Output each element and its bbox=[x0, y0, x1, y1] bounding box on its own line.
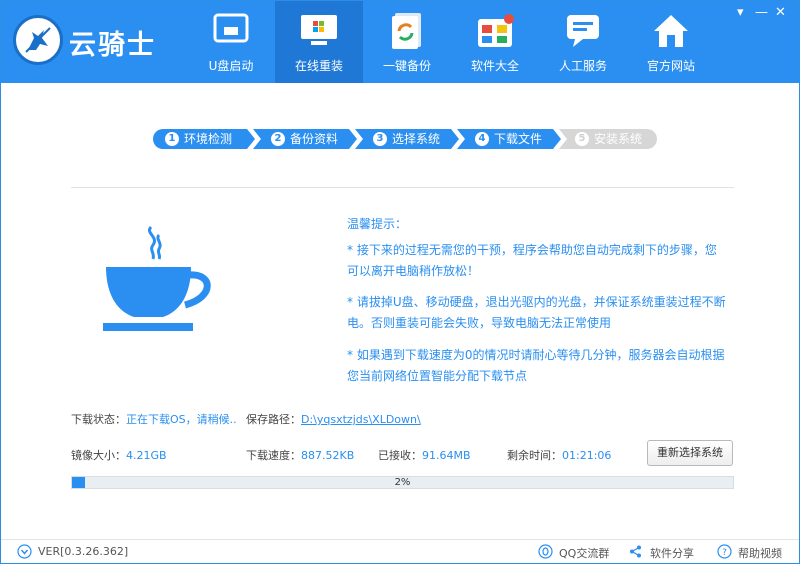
nav-one-key-backup[interactable]: 一键备份 bbox=[363, 1, 451, 83]
tip-line: * 接下来的过程无需您的干预，程序会帮助您自动完成剩下的步骤，您 bbox=[347, 243, 717, 257]
qq-icon[interactable] bbox=[538, 544, 553, 559]
download-status: 下载状态：正在下载OS，请稍候.. bbox=[71, 411, 237, 427]
remaining-label: 剩余时间： bbox=[507, 449, 562, 462]
app-window: 云骑士 U盘启动 在线重装 一键备份 软件大全 人工服务 官方网站 ▾ — ✕ … bbox=[0, 0, 800, 564]
nav-software[interactable]: 软件大全 bbox=[451, 1, 539, 83]
download-progress-bar: 2% bbox=[71, 476, 734, 489]
brand-name: 云骑士 bbox=[69, 30, 156, 61]
step-label: 备份资料 bbox=[290, 132, 339, 146]
save-path-label: 保存路径： bbox=[246, 413, 301, 426]
remaining-value: 01:21:06 bbox=[562, 449, 612, 462]
header-bar: 云骑士 U盘启动 在线重装 一键备份 软件大全 人工服务 官方网站 ▾ — ✕ bbox=[1, 1, 799, 83]
help-video-link[interactable]: 帮助视频 bbox=[738, 545, 782, 561]
step-number: 1 bbox=[165, 132, 179, 146]
tip-line: 电。否则重装可能会失败，导致电脑无法正常使用 bbox=[347, 316, 612, 330]
step-select-system: 3 选择系统 bbox=[355, 129, 459, 149]
svg-text:?: ? bbox=[722, 548, 727, 558]
speed-label: 下载速度： bbox=[246, 449, 301, 462]
nav-label: 在线重装 bbox=[294, 59, 343, 73]
nav-label: 软件大全 bbox=[470, 59, 519, 73]
nav-label: 官方网站 bbox=[646, 59, 695, 73]
nav-label: 人工服务 bbox=[558, 59, 607, 73]
step-label: 下载文件 bbox=[494, 132, 543, 146]
chat-service-icon bbox=[567, 15, 599, 47]
step-label: 选择系统 bbox=[392, 132, 441, 146]
step-install: 5 安装系统 bbox=[559, 129, 657, 149]
tips-title: 温馨提示： bbox=[347, 217, 408, 231]
nav-usb-boot[interactable]: U盘启动 bbox=[187, 1, 275, 83]
close-icon[interactable]: ✕ bbox=[775, 5, 786, 20]
share-software-link[interactable]: 软件分享 bbox=[650, 545, 694, 561]
remaining-time: 剩余时间：01:21:06 bbox=[507, 447, 611, 463]
step-label: 安装系统 bbox=[594, 132, 643, 146]
minimize-icon[interactable]: — bbox=[755, 5, 768, 20]
nav-label: 一键备份 bbox=[382, 59, 431, 73]
window-controls: ▾ — ✕ bbox=[737, 5, 789, 23]
software-store-icon bbox=[478, 14, 514, 47]
windows-monitor-icon bbox=[301, 15, 337, 45]
divider bbox=[71, 187, 734, 188]
step-label: 环境检测 bbox=[184, 132, 233, 146]
nav-official-site[interactable]: 官方网站 bbox=[627, 1, 715, 83]
help-icon[interactable]: ? bbox=[717, 544, 732, 559]
tip-line: * 请拔掉U盘、移动硬盘，退出光驱内的光盘，并保证系统重装过程不断 bbox=[347, 295, 726, 309]
knight-logo-icon bbox=[13, 15, 63, 65]
home-icon bbox=[654, 15, 688, 47]
footer-bar: VER[0.3.26.362] QQ交流群 软件分享 ? 帮助视频 bbox=[1, 539, 799, 563]
speed-value: 887.52KB bbox=[301, 449, 355, 462]
chevron-down-icon[interactable] bbox=[17, 544, 32, 559]
tip-line: * 如果遇到下载速度为0的情况时请耐心等待几分钟，服务器会自动根据 bbox=[347, 348, 725, 362]
save-path: 保存路径：D:\yqsxtzjds\XLDown\ bbox=[246, 411, 421, 427]
version-label: VER[0.3.26.362] bbox=[38, 545, 129, 558]
app-logo: 云骑士 bbox=[9, 15, 189, 67]
received-value: 91.64MB bbox=[422, 449, 471, 462]
step-number: 4 bbox=[475, 132, 489, 146]
coffee-cup-icon bbox=[103, 225, 211, 331]
progress-percent: 2% bbox=[394, 477, 411, 488]
step-number: 5 bbox=[575, 132, 589, 146]
image-size-value: 4.21GB bbox=[126, 449, 167, 462]
qq-group-link[interactable]: QQ交流群 bbox=[559, 545, 609, 561]
dropdown-icon[interactable]: ▾ bbox=[737, 5, 744, 20]
save-path-link[interactable]: D:\yqsxtzjds\XLDown\ bbox=[301, 413, 421, 426]
nav-online-reinstall[interactable]: 在线重装 bbox=[275, 1, 363, 83]
usb-drive-icon bbox=[213, 13, 249, 43]
tip-line: 可以离开电脑稍作放松！ bbox=[347, 264, 480, 278]
received-label: 已接收： bbox=[378, 449, 422, 462]
reselect-system-button[interactable]: 重新选择系统 bbox=[647, 440, 733, 466]
nav-label: U盘启动 bbox=[208, 59, 254, 73]
download-status-value: 正在下载OS，请稍候.. bbox=[126, 413, 237, 426]
share-icon[interactable] bbox=[628, 544, 643, 559]
step-number: 2 bbox=[271, 132, 285, 146]
step-env-check: 1 环境检测 bbox=[153, 129, 255, 149]
image-size: 镜像大小：4.21GB bbox=[71, 447, 167, 463]
step-download: 4 下载文件 bbox=[457, 129, 561, 149]
download-status-label: 下载状态： bbox=[71, 413, 126, 426]
step-number: 3 bbox=[373, 132, 387, 146]
download-speed: 下载速度：887.52KB bbox=[246, 447, 354, 463]
tip-line: 您当前网络位置智能分配下载节点 bbox=[347, 369, 528, 383]
image-size-label: 镜像大小： bbox=[71, 449, 126, 462]
install-steps: 1 环境检测 2 备份资料 3 选择系统 4 下载文件 5 安装系统 bbox=[153, 129, 657, 149]
nav-manual-service[interactable]: 人工服务 bbox=[539, 1, 627, 83]
backup-icon bbox=[392, 13, 421, 49]
received: 已接收：91.64MB bbox=[378, 447, 471, 463]
step-backup: 2 备份资料 bbox=[253, 129, 357, 149]
